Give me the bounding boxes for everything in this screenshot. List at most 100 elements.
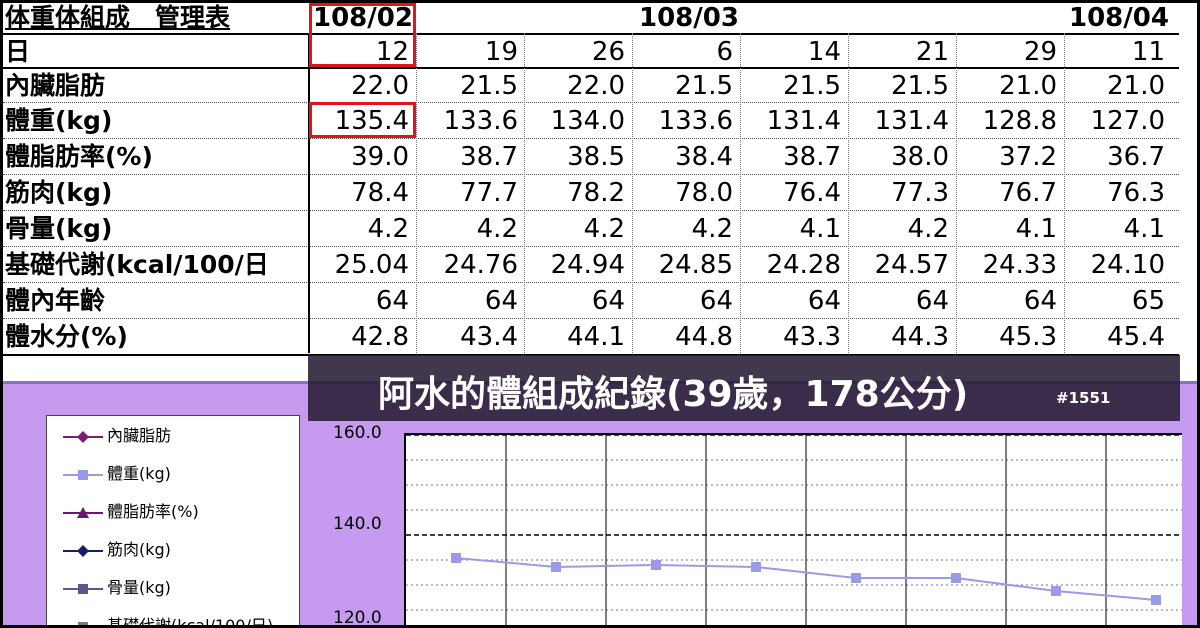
legend-marker-icon	[63, 506, 103, 518]
table-cell: 44.1	[567, 322, 625, 352]
legend-label: 內臟脂肪	[107, 426, 172, 445]
table-cell: 26	[591, 37, 625, 67]
legend-item: 筋肉(kg)	[61, 538, 171, 562]
legend-item: 體脂肪率(%)	[61, 500, 199, 524]
row-label: 體重(kg)	[5, 106, 113, 135]
table-cell: 133.6	[443, 106, 518, 136]
row-label: 骨量(kg)	[5, 214, 113, 243]
table-cell: 39.0	[351, 142, 409, 172]
grid-line	[3, 282, 1179, 283]
legend-label: 基礎代謝(kcal/100/日)	[107, 616, 274, 628]
table-cell: 11	[1131, 37, 1165, 67]
grid-line	[3, 102, 1179, 103]
table-cell: 37.2	[999, 142, 1057, 172]
table-cell: 21.5	[783, 71, 841, 101]
table-cell: 38.7	[783, 142, 841, 172]
legend-marker-icon	[78, 621, 88, 625]
y-tick-label: 120.0	[333, 608, 382, 628]
month-header-2: 108/03	[639, 3, 739, 33]
grid-line	[1064, 33, 1065, 353]
table-cell: 21.5	[891, 71, 949, 101]
table-cell: 4.2	[583, 214, 625, 244]
data-point	[651, 560, 661, 570]
grid-line	[3, 210, 1179, 211]
table-cell: 45.3	[999, 322, 1057, 352]
table-cell: 22.0	[351, 71, 409, 101]
table-cell: 78.0	[675, 178, 733, 208]
legend-item: 內臟脂肪	[61, 424, 171, 448]
legend-item: 骨量(kg)	[61, 576, 171, 600]
table-cell: 133.6	[658, 106, 733, 136]
table-cell: 76.7	[999, 178, 1057, 208]
data-point	[451, 553, 461, 563]
data-point	[951, 573, 961, 583]
table-cell: 77.3	[891, 178, 949, 208]
table-cell: 128.8	[982, 106, 1057, 136]
table-cell: 64	[375, 286, 409, 316]
table-cell: 24.76	[443, 250, 518, 280]
row-label: 基礎代謝(kcal/100/日	[5, 250, 269, 279]
table-cell: 4.2	[691, 214, 733, 244]
table-cell: 64	[484, 286, 518, 316]
line-chart-svg	[406, 434, 1182, 625]
table-cell: 38.7	[460, 142, 518, 172]
table-cell: 21.0	[1107, 71, 1165, 101]
table-cell: 24.57	[874, 250, 949, 280]
title-banner: 阿水的體組成紀錄(39歲，178公分) #1551	[308, 355, 1180, 421]
screenshot-frame: 体重体組成 管理表 108/02 108/03 108/04 日 12 19 26 6 1…	[0, 0, 1200, 628]
table-cell: 64	[1023, 286, 1057, 316]
banner-title: 阿水的體組成紀錄(39歲，178公分)	[378, 374, 969, 415]
table-cell: 131.4	[766, 106, 841, 136]
legend-label: 體重(kg)	[107, 464, 171, 483]
table-cell: 19	[484, 37, 518, 67]
table-row: 體重(kg) 135.4 133.6 134.0 133.6 131.4 131.4 128.…	[3, 102, 1179, 138]
table-cell: 29	[1023, 37, 1057, 67]
table-cell: 22.0	[567, 71, 625, 101]
table-cell: 127.0	[1090, 106, 1165, 136]
table-cell: 4.2	[907, 214, 949, 244]
table-cell: 64	[591, 286, 625, 316]
table-cell: 24.94	[550, 250, 625, 280]
table-cell: 76.3	[1107, 178, 1165, 208]
y-tick-label: 160.0	[333, 423, 382, 443]
row-label: 體水分(%)	[5, 322, 128, 351]
table-cell: 24.28	[766, 250, 841, 280]
table-cell: 4.2	[476, 214, 518, 244]
table-cell: 78.2	[567, 178, 625, 208]
table-cell: 14	[807, 37, 841, 67]
table-cell: 24.33	[982, 250, 1057, 280]
table-cell: 6	[716, 37, 733, 67]
legend-label: 體脂肪率(%)	[107, 502, 199, 521]
table-cell: 38.4	[675, 142, 733, 172]
table-cell: 44.3	[891, 322, 949, 352]
legend-marker-icon	[63, 583, 103, 594]
legend-marker-icon	[63, 430, 103, 443]
grid-line	[524, 33, 525, 353]
grid-line	[3, 318, 1179, 319]
table-title: 体重体組成 管理表	[5, 3, 231, 32]
row-label: 筋肉(kg)	[5, 178, 113, 207]
table-cell: 25.04	[334, 250, 409, 280]
table-cell: 42.8	[351, 322, 409, 352]
table-row: 內臟脂肪 22.0 21.5 22.0 21.5 21.5 21.5 21.0 21.0	[3, 67, 1179, 103]
table-cell: 78.4	[351, 178, 409, 208]
grid-line	[416, 33, 417, 353]
grid-line	[3, 67, 1179, 69]
table-cell: 4.1	[1123, 214, 1165, 244]
table-cell: 36.7	[1107, 142, 1165, 172]
row-label: 日	[5, 37, 31, 66]
data-point	[1051, 586, 1061, 596]
table-row: 體水分(%) 42.8 43.4 44.1 44.8 43.3 44.3 45.3 45.4	[3, 318, 1179, 354]
table-cell: 38.5	[567, 142, 625, 172]
table-cell: 44.8	[675, 322, 733, 352]
table-cell: 43.4	[460, 322, 518, 352]
highlight-box-start-date	[309, 3, 416, 67]
table-row: 骨量(kg) 4.2 4.2 4.2 4.2 4.1 4.2 4.1 4.1	[3, 210, 1179, 246]
table-cell: 4.2	[367, 214, 409, 244]
table-cell: 21	[915, 37, 949, 67]
legend-marker-icon	[63, 469, 103, 480]
table-cell: 64	[699, 286, 733, 316]
row-label: 體內年齡	[5, 286, 106, 315]
table-cell: 77.7	[460, 178, 518, 208]
row-label: 內臟脂肪	[5, 71, 106, 100]
